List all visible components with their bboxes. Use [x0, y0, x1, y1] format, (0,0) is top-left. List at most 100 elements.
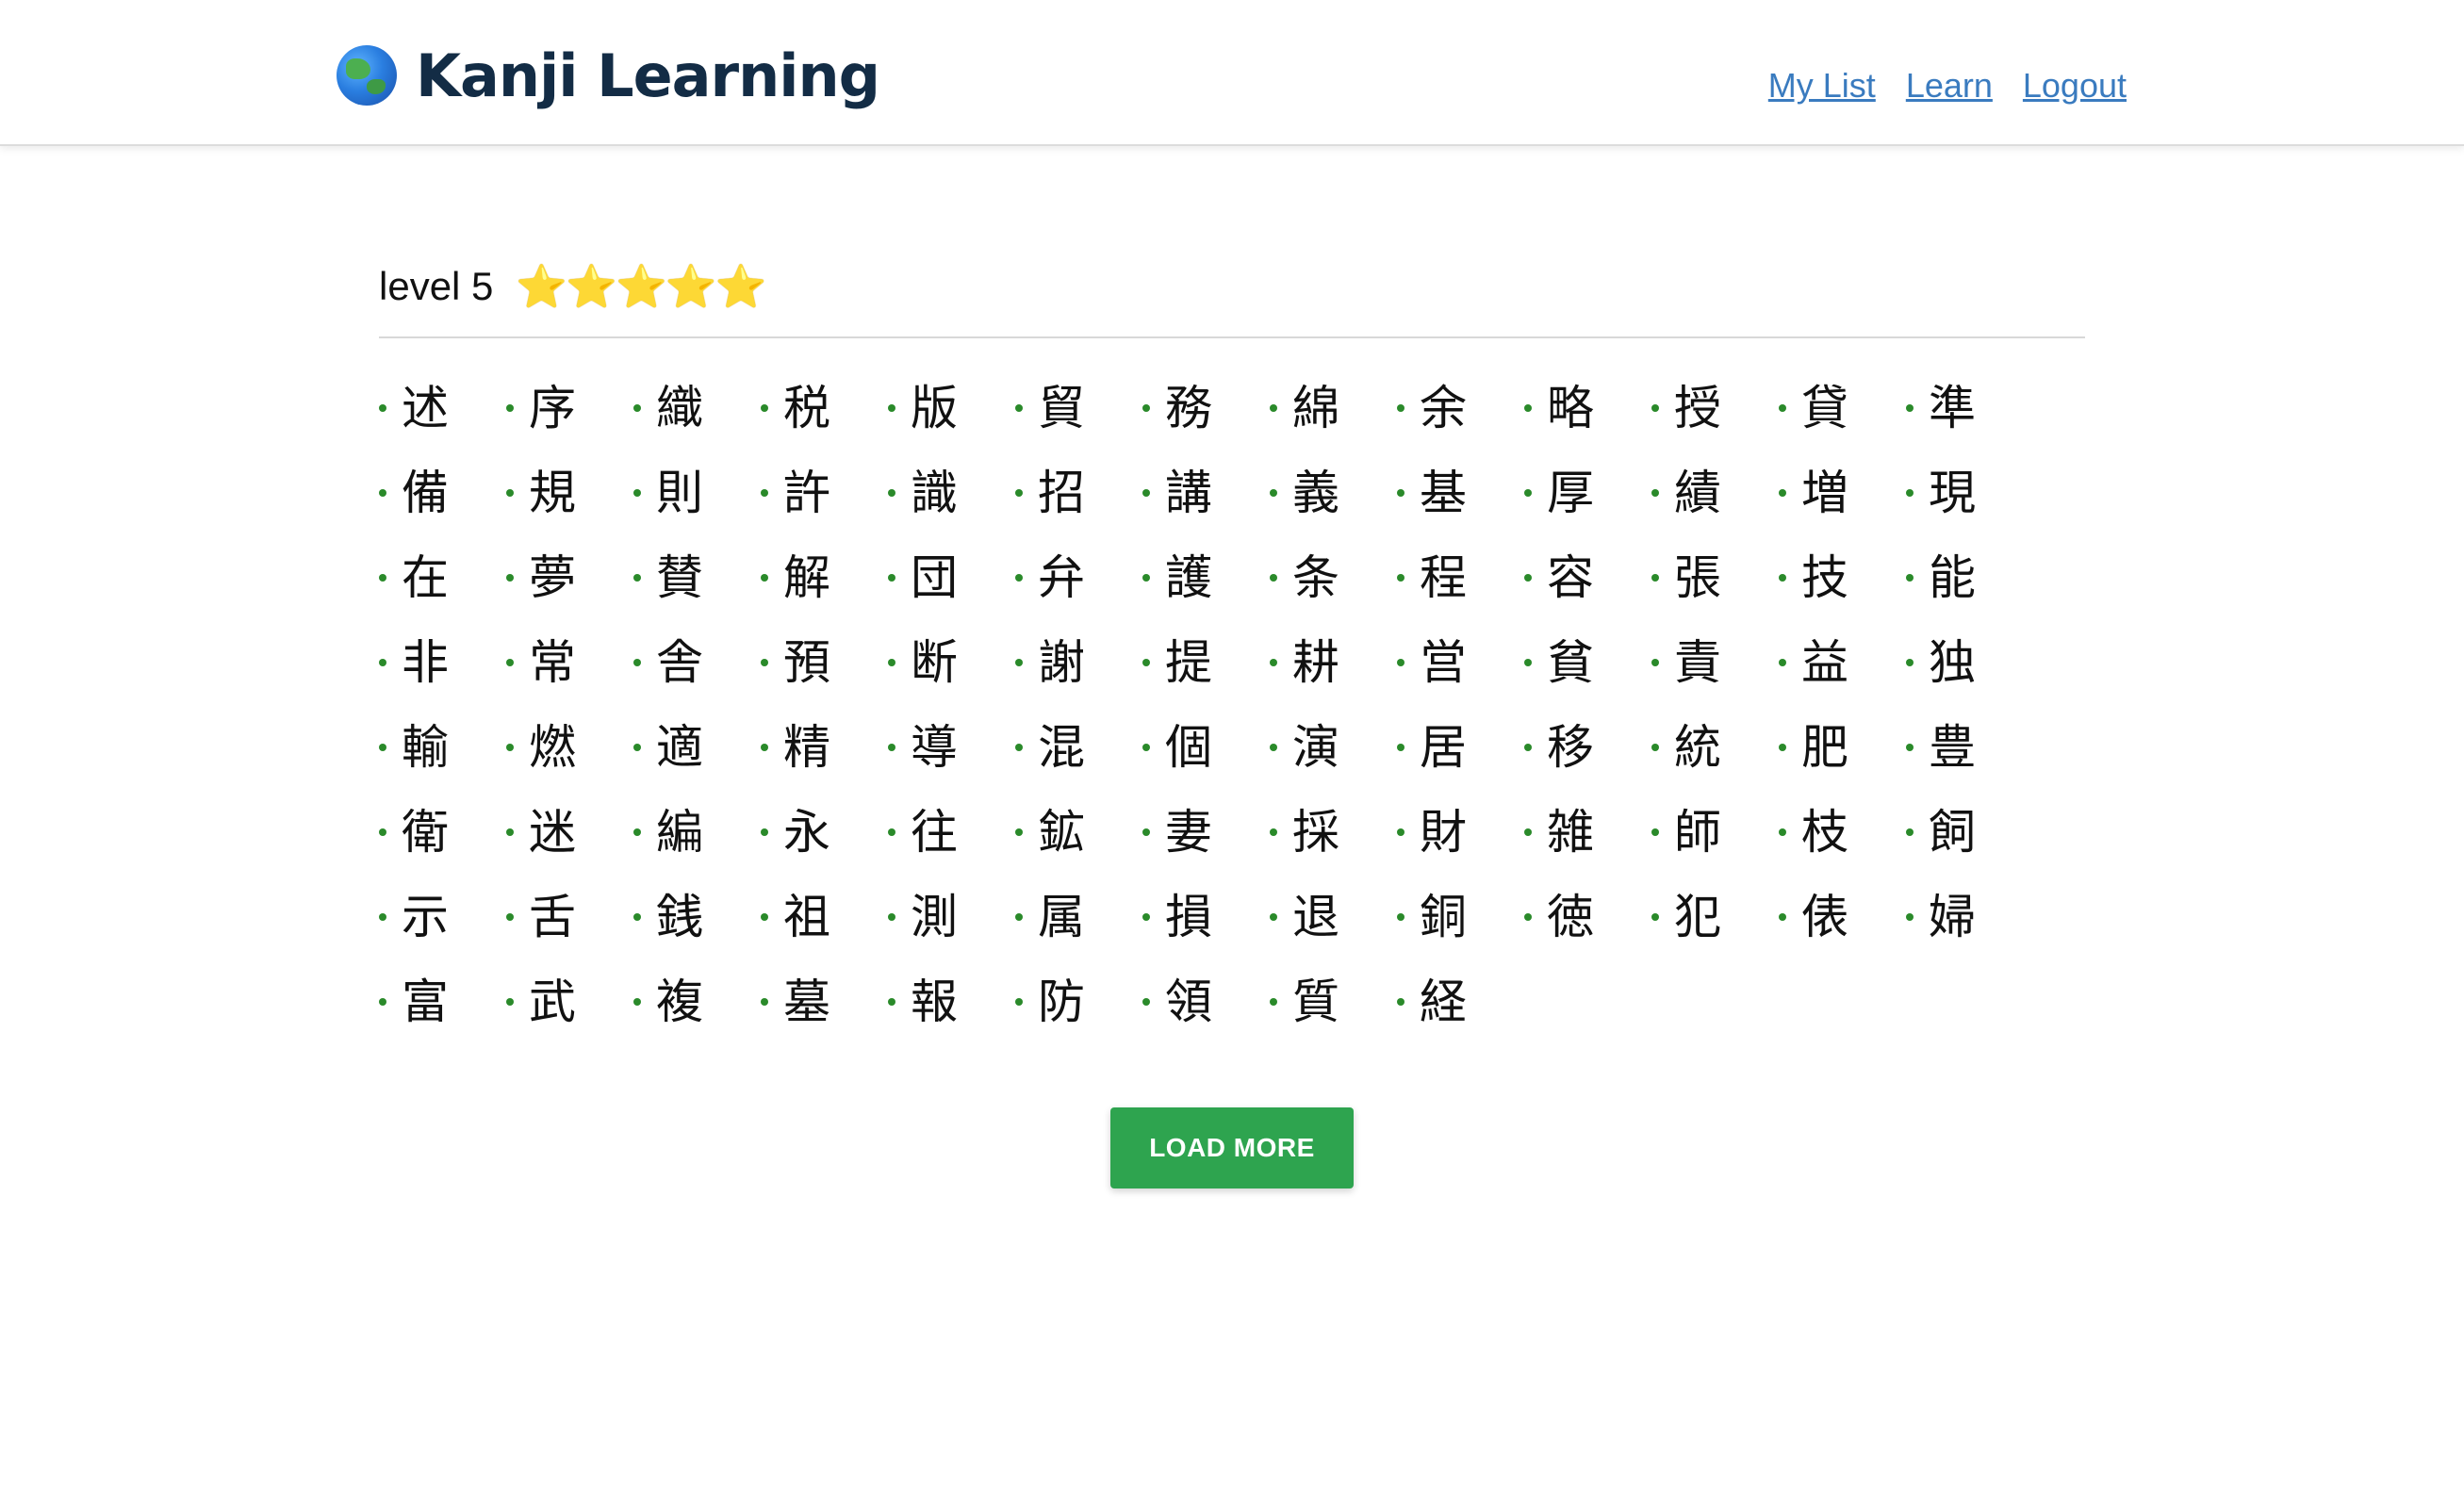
kanji-list-item[interactable]: 飼	[1906, 790, 2033, 875]
kanji-list-item[interactable]: 質	[1270, 959, 1397, 1044]
kanji-list-item[interactable]: 増	[1779, 451, 1906, 535]
kanji-list-item[interactable]: 財	[1397, 790, 1524, 875]
kanji-list-item[interactable]: 舎	[633, 620, 761, 705]
kanji-list-item[interactable]: 舌	[506, 875, 633, 959]
kanji-list-item[interactable]: 基	[1397, 451, 1524, 535]
kanji-list-item[interactable]: 適	[633, 705, 761, 790]
kanji-list-item[interactable]: 備	[379, 451, 506, 535]
kanji-list-item[interactable]: 序	[506, 366, 633, 451]
kanji-list-item[interactable]: 肥	[1779, 705, 1906, 790]
kanji-list-item[interactable]: 述	[379, 366, 506, 451]
kanji-list-item[interactable]: 提	[1142, 620, 1270, 705]
kanji-list-item[interactable]: 耕	[1270, 620, 1397, 705]
kanji-list-item[interactable]: 示	[379, 875, 506, 959]
nav-link-learn[interactable]: Learn	[1906, 66, 1993, 106]
kanji-list-item[interactable]: 在	[379, 535, 506, 620]
nav-link-logout[interactable]: Logout	[2023, 66, 2127, 106]
kanji-list-item[interactable]: 師	[1651, 790, 1779, 875]
kanji-list-item[interactable]: 解	[761, 535, 888, 620]
kanji-list-item[interactable]: 断	[888, 620, 1015, 705]
kanji-list-item[interactable]: 豊	[1906, 705, 2033, 790]
kanji-list-item[interactable]: 張	[1651, 535, 1779, 620]
kanji-list-item[interactable]: 輸	[379, 705, 506, 790]
kanji-list-item[interactable]: 衛	[379, 790, 506, 875]
kanji-list-item[interactable]: 準	[1906, 366, 2033, 451]
kanji-list-item[interactable]: 現	[1906, 451, 2033, 535]
kanji-list-item[interactable]: 技	[1779, 535, 1906, 620]
kanji-list-item[interactable]: 防	[1015, 959, 1142, 1044]
kanji-list-item[interactable]: 往	[888, 790, 1015, 875]
kanji-list-item[interactable]: 鉱	[1015, 790, 1142, 875]
kanji-list-item[interactable]: 責	[1651, 620, 1779, 705]
kanji-list-item[interactable]: 貸	[1779, 366, 1906, 451]
kanji-list-item[interactable]: 規	[506, 451, 633, 535]
kanji-list-item[interactable]: 採	[1270, 790, 1397, 875]
kanji-list-item[interactable]: 雑	[1524, 790, 1651, 875]
kanji-list-item[interactable]: 編	[633, 790, 761, 875]
kanji-list-item[interactable]: 統	[1651, 705, 1779, 790]
kanji-list-item[interactable]: 賛	[633, 535, 761, 620]
kanji-list-item[interactable]: 個	[1142, 705, 1270, 790]
kanji-list-item[interactable]: 測	[888, 875, 1015, 959]
kanji-list-item[interactable]: 非	[379, 620, 506, 705]
kanji-list-item[interactable]: 授	[1651, 366, 1779, 451]
kanji-list-item[interactable]: 営	[1397, 620, 1524, 705]
kanji-list-item[interactable]: 版	[888, 366, 1015, 451]
kanji-list-item[interactable]: 績	[1651, 451, 1779, 535]
kanji-list-item[interactable]: 移	[1524, 705, 1651, 790]
kanji-list-item[interactable]: 弁	[1015, 535, 1142, 620]
kanji-list-item[interactable]: 講	[1142, 451, 1270, 535]
kanji-list-item[interactable]: 犯	[1651, 875, 1779, 959]
kanji-list-item[interactable]: 徳	[1524, 875, 1651, 959]
kanji-list-item[interactable]: 許	[761, 451, 888, 535]
kanji-list-item[interactable]: 退	[1270, 875, 1397, 959]
kanji-list-item[interactable]: 預	[761, 620, 888, 705]
kanji-list-item[interactable]: 導	[888, 705, 1015, 790]
kanji-list-item[interactable]: 妻	[1142, 790, 1270, 875]
kanji-list-item[interactable]: 容	[1524, 535, 1651, 620]
kanji-list-item[interactable]: 団	[888, 535, 1015, 620]
kanji-list-item[interactable]: 婦	[1906, 875, 2033, 959]
kanji-list-item[interactable]: 厚	[1524, 451, 1651, 535]
kanji-list-item[interactable]: 謝	[1015, 620, 1142, 705]
nav-link-my-list[interactable]: My List	[1768, 66, 1876, 106]
kanji-list-item[interactable]: 招	[1015, 451, 1142, 535]
kanji-list-item[interactable]: 則	[633, 451, 761, 535]
kanji-list-item[interactable]: 織	[633, 366, 761, 451]
kanji-list-item[interactable]: 迷	[506, 790, 633, 875]
kanji-list-item[interactable]: 程	[1397, 535, 1524, 620]
kanji-list-item[interactable]: 領	[1142, 959, 1270, 1044]
kanji-list-item[interactable]: 祖	[761, 875, 888, 959]
kanji-list-item[interactable]: 銭	[633, 875, 761, 959]
kanji-list-item[interactable]: 混	[1015, 705, 1142, 790]
kanji-list-item[interactable]: 枝	[1779, 790, 1906, 875]
kanji-list-item[interactable]: 経	[1397, 959, 1524, 1044]
kanji-list-item[interactable]: 夢	[506, 535, 633, 620]
kanji-list-item[interactable]: 綿	[1270, 366, 1397, 451]
kanji-list-item[interactable]: 貿	[1015, 366, 1142, 451]
kanji-list-item[interactable]: 余	[1397, 366, 1524, 451]
kanji-list-item[interactable]: 武	[506, 959, 633, 1044]
kanji-list-item[interactable]: 損	[1142, 875, 1270, 959]
kanji-list-item[interactable]: 複	[633, 959, 761, 1044]
kanji-list-item[interactable]: 義	[1270, 451, 1397, 535]
kanji-list-item[interactable]: 墓	[761, 959, 888, 1044]
kanji-list-item[interactable]: 富	[379, 959, 506, 1044]
kanji-list-item[interactable]: 永	[761, 790, 888, 875]
kanji-list-item[interactable]: 護	[1142, 535, 1270, 620]
kanji-list-item[interactable]: 務	[1142, 366, 1270, 451]
kanji-list-item[interactable]: 燃	[506, 705, 633, 790]
site-logo[interactable]: Kanji Learning	[337, 38, 880, 113]
kanji-list-item[interactable]: 貧	[1524, 620, 1651, 705]
kanji-list-item[interactable]: 条	[1270, 535, 1397, 620]
kanji-list-item[interactable]: 識	[888, 451, 1015, 535]
kanji-list-item[interactable]: 居	[1397, 705, 1524, 790]
load-more-button[interactable]: LOAD MORE	[1110, 1107, 1354, 1188]
kanji-list-item[interactable]: 演	[1270, 705, 1397, 790]
kanji-list-item[interactable]: 精	[761, 705, 888, 790]
kanji-list-item[interactable]: 俵	[1779, 875, 1906, 959]
kanji-list-item[interactable]: 能	[1906, 535, 2033, 620]
kanji-list-item[interactable]: 略	[1524, 366, 1651, 451]
kanji-list-item[interactable]: 独	[1906, 620, 2033, 705]
kanji-list-item[interactable]: 常	[506, 620, 633, 705]
